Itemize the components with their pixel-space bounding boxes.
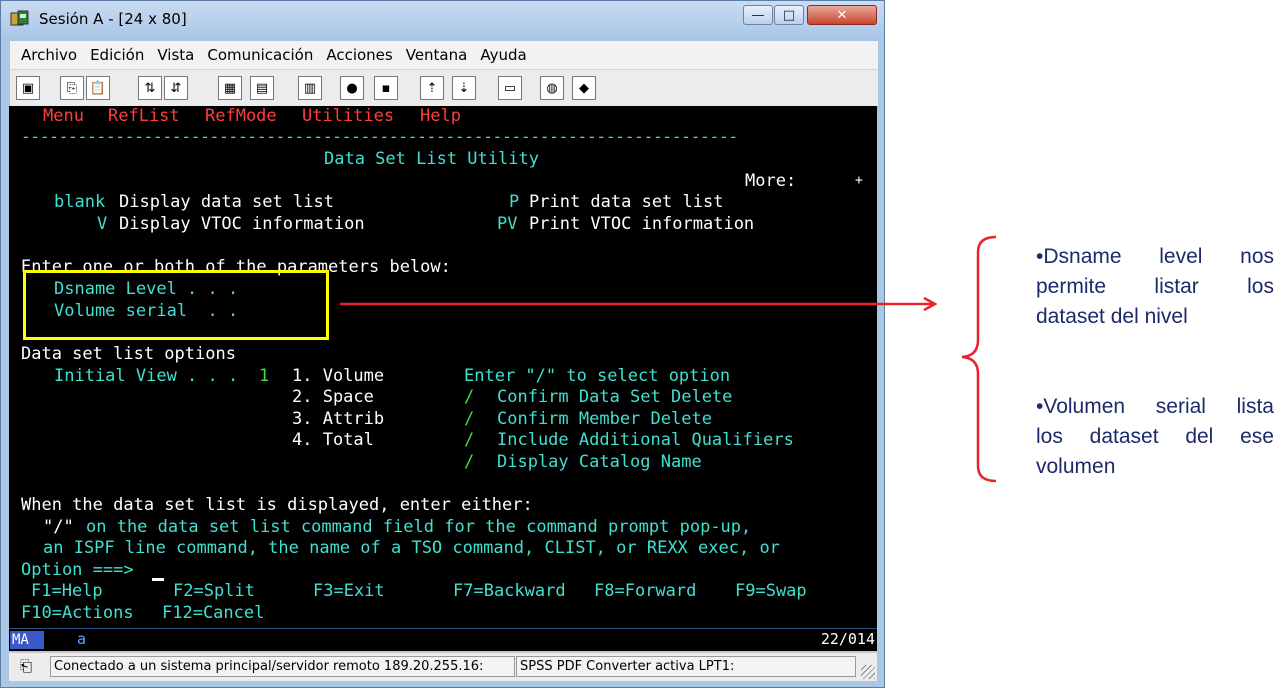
annotation-bracket bbox=[961, 235, 997, 483]
check-mark-include-qualifiers[interactable]: / bbox=[464, 430, 474, 450]
transfer-up-icon[interactable]: ⇡ bbox=[420, 76, 444, 100]
option-text-display-vtoc: Display VTOC information bbox=[119, 214, 365, 234]
transfer-down-icon[interactable]: ⇣ bbox=[452, 76, 476, 100]
menu-comunicacion[interactable]: Comunicación bbox=[207, 46, 313, 64]
display-setup-icon[interactable]: ▦ bbox=[218, 76, 242, 100]
operator-info-area: MA a 22/014 bbox=[9, 628, 877, 651]
resize-grip-icon[interactable] bbox=[861, 665, 875, 679]
option-prompt: Option ===> bbox=[21, 560, 134, 580]
printer-status: SPSS PDF Converter activa LPT1: bbox=[516, 656, 856, 677]
view-total: 4. Total bbox=[292, 430, 374, 450]
window-title: Sesión A - [24 x 80] bbox=[39, 10, 187, 28]
command-cursor[interactable] bbox=[152, 578, 164, 581]
initial-view-input[interactable]: 1 bbox=[259, 366, 269, 386]
action-help[interactable]: Help bbox=[420, 106, 461, 126]
check-confirm-ds-delete: Confirm Data Set Delete bbox=[497, 387, 733, 407]
receive-file-icon[interactable]: ⇵ bbox=[164, 76, 188, 100]
fkey-f9[interactable]: F9=Swap bbox=[735, 581, 807, 601]
menu-edicion[interactable]: Edición bbox=[90, 46, 144, 64]
panel-title: Data Set List Utility bbox=[324, 149, 539, 169]
clipboard-icon[interactable]: ▭ bbox=[498, 76, 522, 100]
check-confirm-member-delete: Confirm Member Delete bbox=[497, 409, 712, 429]
app-icon bbox=[10, 10, 29, 26]
annotation-line: permite listar los bbox=[1036, 275, 1274, 298]
menu-bar: Archivo Edición Vista Comunicación Accio… bbox=[10, 41, 878, 69]
annotation-line: •Volumen serial lista bbox=[1036, 395, 1274, 418]
session-indicator: a bbox=[77, 630, 87, 648]
instructions-heading: When the data set list is displayed, ent… bbox=[21, 495, 533, 515]
annotation-line: dataset del nivel bbox=[1036, 305, 1188, 328]
slash-quote: "/" bbox=[43, 517, 74, 537]
toolbar: ▣ ⎘ 📋 ⇅ ⇵ ▦ ▤ ▥ ● ▪ ⇡ ⇣ ▭ ◍ ◆ bbox=[10, 69, 878, 106]
fkey-f7[interactable]: F7=Backward bbox=[453, 581, 566, 601]
menu-vista[interactable]: Vista bbox=[157, 46, 194, 64]
cursor-position: 22/014 bbox=[820, 630, 875, 648]
globe-icon[interactable]: ◍ bbox=[540, 76, 564, 100]
menu-ventana[interactable]: Ventana bbox=[406, 46, 468, 64]
check-mark-display-catalog[interactable]: / bbox=[464, 452, 474, 472]
option-key-blank: blank bbox=[54, 192, 106, 212]
more-label: More: bbox=[745, 171, 797, 191]
view-space: 2. Space bbox=[292, 387, 374, 407]
macro-play-icon[interactable]: ● bbox=[340, 76, 364, 100]
minimize-icon: — bbox=[751, 7, 765, 23]
check-mark-confirm-member-delete[interactable]: / bbox=[464, 409, 474, 429]
macro-record-icon[interactable]: ▥ bbox=[298, 76, 322, 100]
maximize-button[interactable]: □ bbox=[774, 5, 804, 25]
menu-acciones[interactable]: Acciones bbox=[326, 46, 392, 64]
list-options-heading: Data set list options bbox=[21, 344, 236, 364]
menu-archivo[interactable]: Archivo bbox=[21, 46, 77, 64]
highlight-box bbox=[23, 270, 329, 340]
slash-description: on the data set list command field for t… bbox=[86, 517, 752, 537]
network-connection-icon: ⎗ bbox=[19, 657, 32, 675]
more-indicator: + bbox=[855, 173, 863, 188]
menu-ayuda[interactable]: Ayuda bbox=[480, 46, 526, 64]
copy-icon[interactable]: ⎘ bbox=[60, 76, 84, 100]
connection-status: Conectado a un sistema principal/servido… bbox=[50, 656, 515, 677]
close-button[interactable]: ✕ bbox=[807, 5, 877, 25]
fkey-f8[interactable]: F8=Forward bbox=[594, 581, 696, 601]
annotation-line: los dataset del ese bbox=[1036, 425, 1274, 448]
maximize-icon: □ bbox=[782, 7, 796, 23]
help-tag-icon[interactable]: ◆ bbox=[572, 76, 596, 100]
annotation-line: •Dsname level nos bbox=[1036, 245, 1274, 268]
check-display-catalog: Display Catalog Name bbox=[497, 452, 702, 472]
option-text-print-list: Print data set list bbox=[529, 192, 724, 212]
annotation-line: volumen bbox=[1036, 455, 1116, 478]
paste-icon[interactable]: 📋 bbox=[86, 76, 110, 100]
option-key-p: P bbox=[509, 192, 520, 212]
action-utilities[interactable]: Utilities bbox=[302, 106, 394, 126]
print-screen-icon[interactable]: ▣ bbox=[16, 76, 40, 100]
status-bar: ⎗ Conectado a un sistema principal/servi… bbox=[9, 652, 877, 681]
close-icon: ✕ bbox=[836, 7, 848, 23]
separator-line: ----------------------------------------… bbox=[21, 127, 738, 146]
title-bar[interactable]: Sesión A - [24 x 80] — □ ✕ bbox=[1, 1, 884, 39]
action-refmode[interactable]: RefMode bbox=[205, 106, 277, 126]
macro-stop-icon[interactable]: ▪ bbox=[374, 76, 398, 100]
fkey-f1[interactable]: F1=Help bbox=[31, 581, 103, 601]
check-mark-confirm-ds-delete[interactable]: / bbox=[464, 387, 474, 407]
terminal-screen[interactable]: Menu RefList RefMode Utilities Help ----… bbox=[9, 106, 877, 628]
fkey-f10[interactable]: F10=Actions bbox=[21, 603, 134, 623]
action-menu[interactable]: Menu bbox=[43, 106, 84, 126]
fkey-f2[interactable]: F2=Split bbox=[173, 581, 255, 601]
select-hint: Enter "/" to select option bbox=[464, 366, 731, 386]
option-key-v: V bbox=[97, 214, 108, 234]
keyboard-setup-icon[interactable]: ▤ bbox=[250, 76, 274, 100]
option-text-display-list: Display data set list bbox=[119, 192, 334, 212]
mode-indicator: MA bbox=[10, 631, 44, 649]
fkey-f3[interactable]: F3=Exit bbox=[313, 581, 385, 601]
view-volume: 1. Volume bbox=[292, 366, 385, 386]
minimize-button[interactable]: — bbox=[743, 5, 773, 25]
initial-view-label: Initial View . . . bbox=[54, 366, 239, 386]
check-include-qualifiers: Include Additional Qualifiers bbox=[497, 430, 794, 450]
ispf-description: an ISPF line command, the name of a TSO … bbox=[43, 538, 780, 558]
action-reflist[interactable]: RefList bbox=[108, 106, 180, 126]
send-file-icon[interactable]: ⇅ bbox=[138, 76, 162, 100]
option-key-pv: PV bbox=[497, 214, 518, 234]
option-text-print-vtoc: Print VTOC information bbox=[529, 214, 755, 234]
fkey-f12[interactable]: F12=Cancel bbox=[162, 603, 264, 623]
view-attrib: 3. Attrib bbox=[292, 409, 385, 429]
